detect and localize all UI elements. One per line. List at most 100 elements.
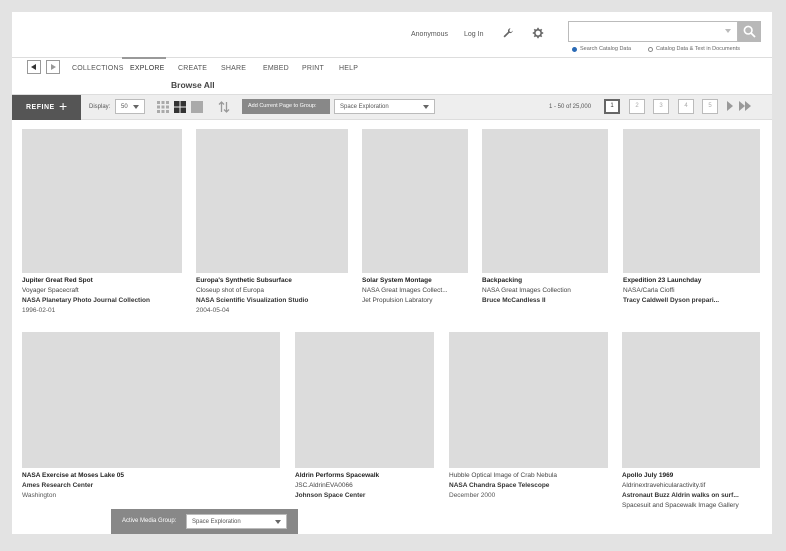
radio-selected-icon[interactable] bbox=[572, 46, 577, 52]
media-meta: Hubble Optical Image of Crab Nebula NASA… bbox=[449, 471, 608, 501]
media-item[interactable]: NASA Exercise at Moses Lake 05 Ames Rese… bbox=[22, 332, 280, 501]
arrow-left-icon bbox=[31, 64, 36, 70]
display-select[interactable]: 50 bbox=[115, 99, 145, 114]
media-item[interactable]: Aldrin Performs Spacewalk JSC.AldrinEVA0… bbox=[295, 332, 434, 501]
media-item[interactable]: Hubble Optical Image of Crab Nebula NASA… bbox=[449, 332, 608, 501]
search-input[interactable] bbox=[569, 23, 719, 42]
media-item[interactable]: Solar System Montage NASA Great Images C… bbox=[362, 129, 468, 306]
media-title[interactable]: NASA Exercise at Moses Lake 05 bbox=[22, 471, 280, 481]
back-button[interactable] bbox=[27, 60, 41, 74]
single-view-icon[interactable] bbox=[191, 101, 203, 113]
add-page-label: Add Current Page to Group: bbox=[248, 103, 317, 109]
page-button-1[interactable]: 1 bbox=[604, 99, 620, 114]
active-group-value: Space Exploration bbox=[192, 519, 241, 525]
radio-unselected-icon[interactable] bbox=[648, 46, 653, 52]
media-subtitle: Voyager Spacecraft bbox=[22, 287, 79, 294]
active-group-select[interactable]: Space Exploration bbox=[186, 514, 287, 529]
wrench-icon[interactable] bbox=[502, 27, 514, 39]
media-item[interactable]: Europa's Synthetic Subsurface Closeup sh… bbox=[196, 129, 348, 316]
page-button-2[interactable]: 2 bbox=[629, 99, 645, 114]
media-meta: Solar System Montage NASA Great Images C… bbox=[362, 276, 468, 306]
plus-icon: + bbox=[59, 98, 68, 114]
chevron-down-icon bbox=[133, 105, 139, 109]
media-item[interactable]: Jupiter Great Red Spot Voyager Spacecraf… bbox=[22, 129, 182, 316]
grid-large-view-icon[interactable] bbox=[174, 101, 186, 113]
scope-option-text[interactable]: Catalog Data & Text in Documents bbox=[648, 46, 740, 52]
tab-collections[interactable]: COLLECTIONS bbox=[72, 65, 124, 72]
anonymous-link[interactable]: Anonymous bbox=[411, 31, 448, 38]
media-thumbnail[interactable] bbox=[196, 129, 348, 273]
tab-embed[interactable]: EMBED bbox=[263, 65, 289, 72]
media-meta: Jupiter Great Red Spot Voyager Spacecraf… bbox=[22, 276, 182, 316]
media-collection: Ames Research Center bbox=[22, 482, 94, 489]
media-collection: NASA Scientific Visualization Studio bbox=[196, 297, 309, 304]
add-page-to-group-button[interactable]: Add Current Page to Group: bbox=[242, 99, 330, 114]
refine-button[interactable]: REFINE + bbox=[12, 95, 81, 120]
media-thumbnail[interactable] bbox=[362, 129, 468, 273]
media-subtitle: NASA Great Images Collection bbox=[482, 287, 571, 294]
media-thumbnail[interactable] bbox=[623, 129, 760, 273]
result-range: 1 - 50 of 25,000 bbox=[549, 104, 592, 110]
media-thumbnail[interactable] bbox=[482, 129, 608, 273]
grid-small-view-icon[interactable] bbox=[157, 101, 169, 113]
media-collection: Bruce McCandless II bbox=[482, 297, 546, 304]
scope-option-catalog[interactable]: Search Catalog Data bbox=[572, 46, 631, 52]
refine-label: REFINE bbox=[26, 104, 55, 111]
media-date: December 2000 bbox=[449, 492, 496, 499]
scope-label: Search Catalog Data bbox=[580, 46, 632, 52]
media-subtitle: JSC.AldrinEVA0066 bbox=[295, 482, 353, 489]
tab-explore[interactable]: EXPLORE bbox=[130, 65, 164, 72]
media-item[interactable]: Backpacking NASA Great Images Collection… bbox=[482, 129, 608, 306]
media-title[interactable]: Expedition 23 Launchday bbox=[623, 276, 760, 286]
media-item[interactable]: Apollo July 1969 Aldrinextravehicularact… bbox=[622, 332, 760, 511]
media-thumbnail[interactable] bbox=[22, 129, 182, 273]
media-item[interactable]: Expedition 23 Launchday NASA/Carla Cioff… bbox=[623, 129, 760, 306]
page-button-5[interactable]: 5 bbox=[702, 99, 718, 114]
media-title[interactable]: Jupiter Great Red Spot bbox=[22, 276, 182, 286]
media-collection: Johnson Space Center bbox=[295, 492, 366, 499]
tab-share[interactable]: SHARE bbox=[221, 65, 246, 72]
display-label: Display: bbox=[89, 104, 111, 110]
last-page-icon[interactable] bbox=[739, 101, 752, 111]
tab-help[interactable]: HELP bbox=[339, 65, 358, 72]
tab-create[interactable]: CREATE bbox=[178, 65, 207, 72]
media-thumbnail[interactable] bbox=[622, 332, 760, 468]
media-date: 2004-05-04 bbox=[196, 307, 230, 314]
media-subtitle: Closeup shot of Europa bbox=[196, 287, 264, 294]
media-subtitle: Aldrinextravehicularactivity.tif bbox=[622, 482, 706, 489]
media-meta: NASA Exercise at Moses Lake 05 Ames Rese… bbox=[22, 471, 280, 501]
active-group-label: Active Media Group: bbox=[122, 518, 177, 524]
media-thumbnail[interactable] bbox=[22, 332, 280, 468]
media-title[interactable]: Europa's Synthetic Subsurface bbox=[196, 276, 348, 286]
media-meta: Apollo July 1969 Aldrinextravehicularact… bbox=[622, 471, 760, 511]
active-media-group-bar: Active Media Group: Space Exploration bbox=[111, 509, 298, 534]
media-thumbnail[interactable] bbox=[295, 332, 434, 468]
page-button-4[interactable]: 4 bbox=[678, 99, 694, 114]
chevron-down-icon bbox=[275, 520, 281, 524]
group-select[interactable]: Space Exploration bbox=[334, 99, 435, 114]
media-collection: Tracy Caldwell Dyson prepari... bbox=[623, 297, 720, 304]
media-title[interactable]: Aldrin Performs Spacewalk bbox=[295, 471, 434, 481]
next-page-icon[interactable] bbox=[726, 101, 734, 111]
arrow-right-icon bbox=[51, 64, 56, 70]
sort-icon[interactable] bbox=[218, 101, 230, 113]
media-meta: Europa's Synthetic Subsurface Closeup sh… bbox=[196, 276, 348, 316]
gear-icon[interactable] bbox=[532, 27, 544, 39]
media-title[interactable]: Apollo July 1969 bbox=[622, 471, 760, 481]
media-title[interactable]: Backpacking bbox=[482, 276, 608, 286]
media-collection: Jet Propulsion Labratory bbox=[362, 297, 433, 304]
media-thumbnail[interactable] bbox=[449, 332, 608, 468]
tab-print[interactable]: PRINT bbox=[302, 65, 324, 72]
page-button-3[interactable]: 3 bbox=[653, 99, 669, 114]
search-dropdown-icon[interactable] bbox=[725, 29, 731, 33]
media-meta: Aldrin Performs Spacewalk JSC.AldrinEVA0… bbox=[295, 471, 434, 501]
media-gallery: Spacesuit and Spacewalk Image Gallery bbox=[622, 502, 739, 509]
media-meta: Expedition 23 Launchday NASA/Carla Cioff… bbox=[623, 276, 760, 306]
app-frame: Anonymous Log In Search Catalog Data Cat… bbox=[12, 12, 772, 534]
search-field[interactable] bbox=[568, 21, 738, 42]
media-title[interactable]: Solar System Montage bbox=[362, 276, 468, 286]
search-button[interactable] bbox=[738, 21, 761, 42]
login-link[interactable]: Log In bbox=[464, 31, 483, 38]
media-subtitle[interactable]: Hubble Optical Image of Crab Nebula bbox=[449, 471, 608, 481]
forward-button[interactable] bbox=[46, 60, 60, 74]
